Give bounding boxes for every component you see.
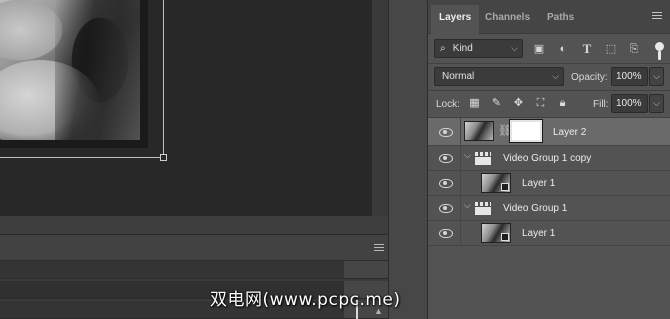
image-drop-shadow bbox=[0, 140, 140, 148]
lock-image-icon[interactable]: ✎ bbox=[490, 97, 503, 110]
shape-filter-icon[interactable]: ⬚ bbox=[604, 42, 618, 56]
watermark-text: 双电网(www.pcpc.me) bbox=[210, 290, 401, 310]
visibility-eye-icon[interactable] bbox=[439, 178, 453, 188]
layer-group-row[interactable]: ⌵ Video Group 1 copy bbox=[428, 146, 670, 171]
adjustment-filter-icon[interactable]: ◐ bbox=[556, 42, 570, 56]
fill-dropdown-icon[interactable]: ⌵ bbox=[649, 94, 664, 113]
document-canvas[interactable] bbox=[0, 0, 372, 216]
tab-layers[interactable]: Layers bbox=[431, 5, 480, 34]
filter-kind-select[interactable]: ⌕ Kind ⌵ bbox=[434, 39, 523, 58]
opacity-field[interactable]: 100% bbox=[611, 67, 648, 86]
opacity-dropdown-icon[interactable]: ⌵ bbox=[649, 67, 664, 86]
visibility-eye-icon[interactable] bbox=[439, 153, 453, 163]
chevron-down-icon: ⌵ bbox=[511, 43, 518, 53]
lock-position-icon[interactable]: ✥ bbox=[512, 97, 525, 110]
blend-mode-select[interactable]: Normal ⌵ bbox=[434, 67, 564, 86]
timeline-menu-icon[interactable] bbox=[374, 244, 384, 252]
layer-group-row[interactable]: ⌵ Video Group 1 bbox=[428, 196, 670, 221]
layer-thumbnail bbox=[464, 121, 494, 141]
layer-row[interactable]: Layer 1 bbox=[428, 171, 670, 196]
timeline-track[interactable] bbox=[0, 261, 388, 279]
visibility-eye-icon[interactable] bbox=[439, 127, 453, 137]
canvas-vertical-scrollbar[interactable] bbox=[372, 0, 388, 216]
panel-menu-icon[interactable] bbox=[652, 12, 662, 20]
transform-bound-bottom bbox=[0, 157, 164, 158]
layer-name: Layer 2 bbox=[553, 127, 587, 138]
video-group-icon bbox=[475, 152, 491, 165]
layer-name: Video Group 1 copy bbox=[503, 153, 592, 164]
chevron-down-icon: ⌵ bbox=[552, 71, 559, 81]
lock-label: Lock: bbox=[436, 99, 460, 110]
layer-mask-thumbnail[interactable] bbox=[509, 119, 543, 143]
opacity-label: Opacity: bbox=[571, 72, 608, 83]
chevron-down-icon[interactable]: ⌵ bbox=[464, 150, 471, 161]
layer-name: Video Group 1 bbox=[503, 203, 568, 214]
filter-kind-label: Kind bbox=[452, 43, 473, 54]
image-filter-icon[interactable]: ▣ bbox=[532, 42, 546, 56]
lock-transparent-icon[interactable]: ▦ bbox=[468, 97, 481, 110]
panel-tabs: Layers Channels Paths bbox=[428, 0, 670, 34]
video-film-icon bbox=[501, 183, 509, 191]
tab-channels[interactable]: Channels bbox=[477, 5, 538, 34]
video-film-icon bbox=[501, 233, 509, 241]
fill-field[interactable]: 100% bbox=[611, 94, 648, 113]
visibility-eye-icon[interactable] bbox=[439, 203, 453, 213]
filter-toggle-stem bbox=[658, 51, 661, 60]
video-group-icon bbox=[475, 202, 491, 215]
filter-toggle-icon[interactable] bbox=[655, 42, 664, 51]
fill-label: Fill: bbox=[593, 99, 609, 110]
visibility-eye-icon[interactable] bbox=[439, 228, 453, 238]
layer-filter-row: ⌕ Kind ⌵ ▣ ◐ T ⬚ ⎘ bbox=[428, 36, 670, 62]
search-icon: ⌕ bbox=[440, 43, 446, 54]
transform-corner-handle[interactable] bbox=[160, 154, 167, 161]
timeline-header bbox=[0, 235, 388, 261]
collapsed-panel-strip bbox=[388, 0, 428, 319]
lock-artboard-icon[interactable]: ⛶ bbox=[534, 97, 547, 110]
tab-paths[interactable]: Paths bbox=[539, 5, 582, 34]
canvas-horizontal-scrollbar[interactable] bbox=[0, 216, 388, 234]
transform-bound-right bbox=[163, 0, 164, 158]
layer-thumbnail bbox=[481, 173, 511, 193]
photo-image bbox=[0, 0, 140, 140]
type-filter-icon[interactable]: T bbox=[580, 42, 594, 56]
blend-mode-value: Normal bbox=[442, 71, 475, 82]
layer-thumbnail bbox=[481, 223, 511, 243]
layer-row[interactable]: Layer 1 bbox=[428, 221, 670, 246]
layer-name: Layer 1 bbox=[522, 178, 556, 189]
layers-panel: Layers Channels Paths ⌕ Kind ⌵ ▣ ◐ T ⬚ ⎘… bbox=[428, 0, 670, 319]
lock-all-icon[interactable]: 🔒︎ bbox=[556, 97, 569, 110]
layer-name: Layer 1 bbox=[522, 228, 556, 239]
smart-object-filter-icon[interactable]: ⎘ bbox=[627, 42, 641, 56]
chevron-down-icon[interactable]: ⌵ bbox=[464, 200, 471, 211]
image-drop-shadow-side bbox=[140, 0, 148, 148]
layer-row[interactable]: ⛓ Layer 2 bbox=[428, 118, 670, 146]
